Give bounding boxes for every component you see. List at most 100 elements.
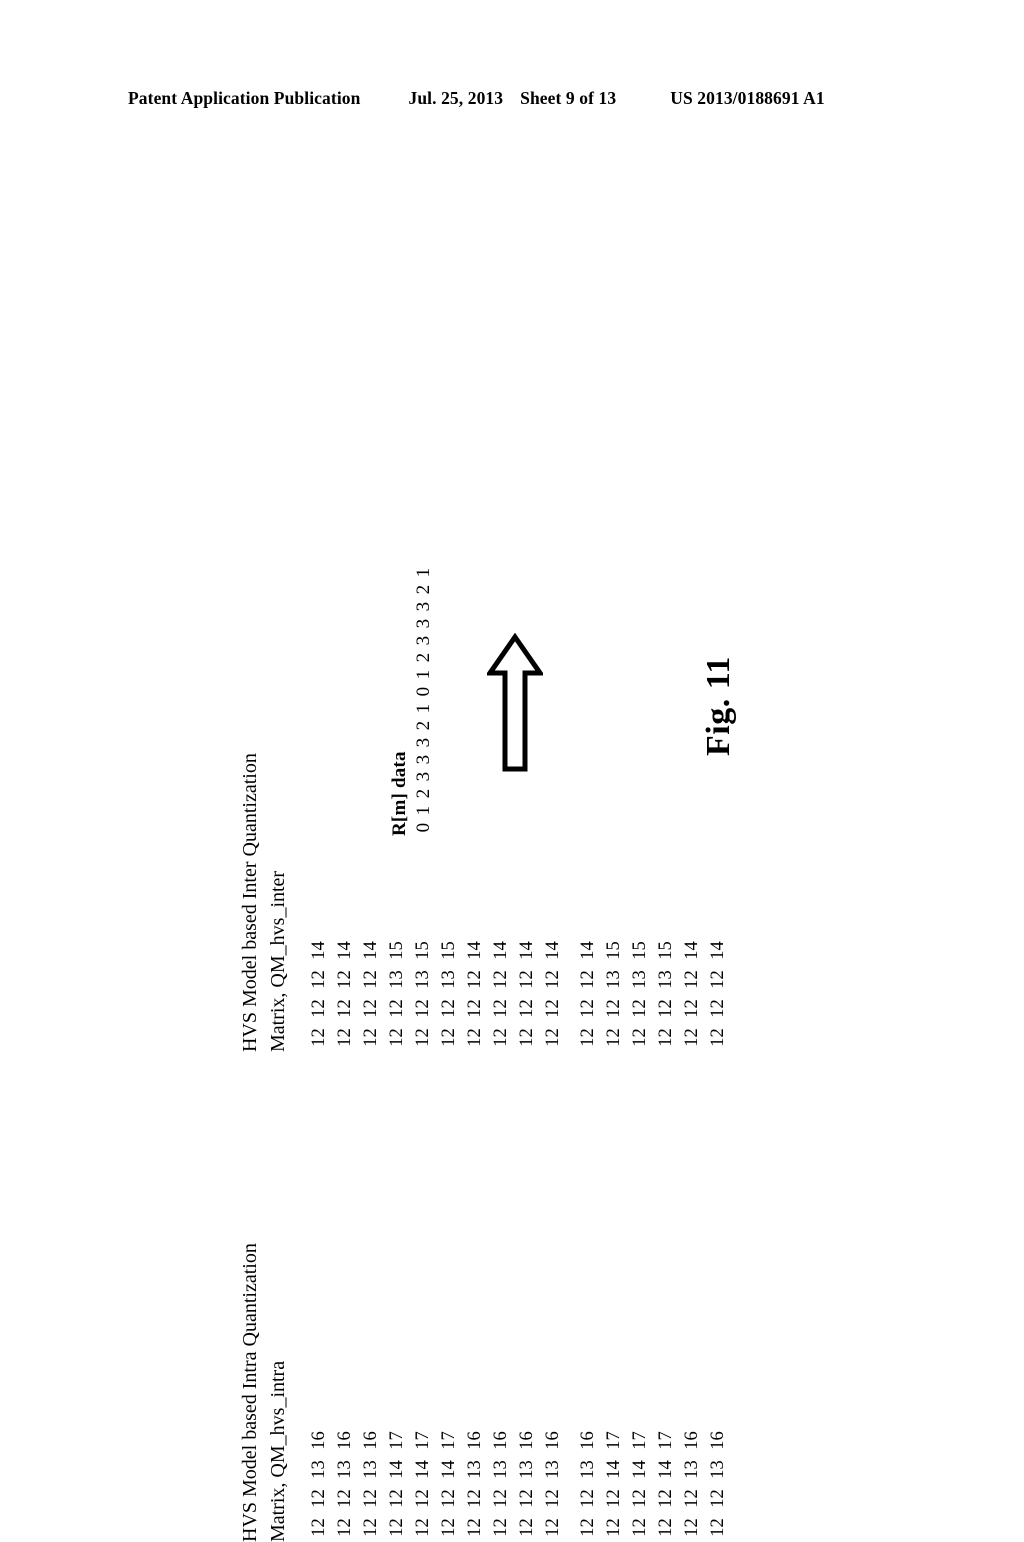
intra-matrix-row: 12 12 13 16	[462, 1426, 488, 1542]
inter-matrix-cell: 12	[577, 970, 598, 989]
intra-matrix-cell: 12	[464, 1489, 485, 1508]
intra-matrix-title-line1: HVS Model based Intra Quantization	[239, 1243, 261, 1542]
intra-matrix-cell: 12	[577, 1489, 598, 1508]
rm-data-value: 1	[413, 567, 434, 578]
inter-matrix-cell: 13	[438, 970, 459, 989]
inter-matrix-title: HVS Model based Inter Quantization Matri…	[236, 753, 293, 1052]
inter-matrix-cell: 12	[629, 1028, 650, 1047]
inter-matrix-cell: 12	[490, 999, 511, 1018]
rm-data-value: 3	[413, 618, 434, 629]
intra-matrix-cell: 12	[707, 1518, 728, 1537]
intra-matrix-title-line2: Matrix, QM_hvs_intra	[267, 1360, 290, 1542]
inter-matrix-cell: 12	[438, 1028, 459, 1047]
inter-matrix-title-line2: Matrix, QM_hvs_inter	[267, 870, 290, 1052]
inter-matrix-cell: 12	[681, 1028, 702, 1047]
rm-data-value: 1	[413, 669, 434, 680]
intra-matrix-cell: 12	[603, 1518, 624, 1537]
rm-data-values: 0 1 2 3 3 3 2 1 0 1 2 3 3 3 2 1	[413, 564, 435, 836]
inter-matrix-cell: 12	[308, 999, 329, 1018]
rm-data-value: 2	[413, 652, 434, 663]
inter-matrix-cell: 12	[655, 1028, 676, 1047]
inter-matrix-row: 12 12 13 15	[410, 936, 436, 1052]
intra-quantization-matrix-block: HVS Model based Intra Quantization Matri…	[236, 1243, 731, 1542]
inter-matrix-cell: 12	[516, 999, 537, 1018]
inter-matrix-cell: 14	[542, 941, 563, 960]
rm-data-value: 1	[413, 805, 434, 816]
inter-matrix-cell: 15	[438, 941, 459, 960]
inter-matrix-cell: 15	[412, 941, 433, 960]
intra-matrix-cell: 12	[577, 1518, 598, 1537]
rm-data-label: R[m] data	[389, 751, 410, 836]
intra-matrix-cell: 12	[629, 1518, 650, 1537]
inter-matrix-cell: 15	[386, 941, 407, 960]
intra-matrix-cell: 16	[577, 1431, 598, 1450]
figure-11-canvas: HVS Model based Inter Quantization Matri…	[0, 0, 1024, 1542]
rm-data-value: 3	[413, 737, 434, 748]
intra-matrix-cell: 12	[438, 1518, 459, 1537]
intra-matrix-row: 12 12 13 16	[358, 1426, 384, 1542]
intra-matrix-cell: 14	[629, 1460, 650, 1479]
inter-matrix-row: 12 12 13 15	[653, 936, 679, 1052]
inter-matrix-cell: 12	[360, 999, 381, 1018]
intra-matrix-cell: 12	[438, 1489, 459, 1508]
inter-matrix-cell: 14	[516, 941, 537, 960]
intra-matrix-cell: 17	[386, 1431, 407, 1450]
intra-matrix-cell: 13	[577, 1460, 598, 1479]
inter-matrix-cell: 13	[603, 970, 624, 989]
intra-matrix-cell: 12	[542, 1489, 563, 1508]
inter-matrix-row: 12 12 12 14	[514, 936, 540, 1052]
intra-matrix-cell: 13	[516, 1460, 537, 1479]
inter-matrix-cell: 14	[681, 941, 702, 960]
inter-matrix-cell: 13	[386, 970, 407, 989]
intra-matrix-cell: 12	[629, 1489, 650, 1508]
intra-matrix-cell: 12	[308, 1489, 329, 1508]
inter-matrix-cell: 13	[655, 970, 676, 989]
intra-matrix-cell: 12	[412, 1518, 433, 1537]
intra-matrix-cell: 13	[542, 1460, 563, 1479]
rm-data-value: 0	[413, 686, 434, 697]
inter-matrix-cell: 12	[655, 999, 676, 1018]
intra-matrix-row: 12 12 14 17	[653, 1426, 679, 1542]
intra-matrix-title: HVS Model based Intra Quantization Matri…	[236, 1243, 293, 1542]
inter-matrix-cell: 12	[577, 999, 598, 1018]
inter-matrix-cell: 14	[577, 941, 598, 960]
inter-matrix-cell: 12	[334, 1028, 355, 1047]
inter-matrix-row: 12 12 12 14	[679, 936, 705, 1052]
intra-matrix-cell: 16	[464, 1431, 485, 1450]
intra-matrix-cell: 12	[655, 1518, 676, 1537]
inter-matrix-row: 12 12 13 15	[601, 936, 627, 1052]
intra-matrix-cell: 17	[438, 1431, 459, 1450]
inter-matrix-row: 12 12 13 15	[627, 936, 653, 1052]
rm-data-value: 3	[413, 635, 434, 646]
transform-arrow	[487, 633, 543, 773]
figure-caption: Fig. 11	[700, 656, 737, 756]
inter-matrix-row: 12 12 12 14	[358, 936, 384, 1052]
inter-matrix-cell: 14	[464, 941, 485, 960]
intra-matrix-row: 12 12 13 16	[306, 1426, 332, 1542]
inter-matrix-cell: 12	[629, 999, 650, 1018]
intra-matrix-cell: 16	[490, 1431, 511, 1450]
inter-matrix-cell: 12	[603, 1028, 624, 1047]
intra-matrix-cell: 17	[603, 1431, 624, 1450]
intra-matrix-row: 12 12 14 17	[436, 1426, 462, 1542]
inter-matrix-row: 12 12 12 14	[306, 936, 332, 1052]
inter-matrix-cell: 12	[707, 1028, 728, 1047]
intra-matrix-row: 12 12 14 17	[601, 1426, 627, 1542]
intra-matrix-cell: 14	[412, 1460, 433, 1479]
inter-matrix-cell: 12	[412, 1028, 433, 1047]
inter-matrix-cell: 12	[438, 999, 459, 1018]
inter-matrix-cell: 12	[707, 970, 728, 989]
inter-matrix-cell: 12	[308, 970, 329, 989]
intra-matrix-row: 12 12 14 17	[627, 1426, 653, 1542]
intra-matrix-cell: 14	[438, 1460, 459, 1479]
inter-matrix-cell: 12	[334, 970, 355, 989]
rm-data-value: 3	[413, 771, 434, 782]
inter-matrix-cell: 12	[516, 1028, 537, 1047]
intra-matrix-cell: 12	[360, 1489, 381, 1508]
inter-matrix-cell: 14	[308, 941, 329, 960]
inter-matrix-cell: 12	[542, 999, 563, 1018]
intra-matrix-row: 12 12 13 16	[705, 1426, 731, 1542]
intra-matrix-cell: 16	[516, 1431, 537, 1450]
rm-data-value: 1	[413, 703, 434, 714]
inter-matrix-row: 12 12 13 15	[436, 936, 462, 1052]
